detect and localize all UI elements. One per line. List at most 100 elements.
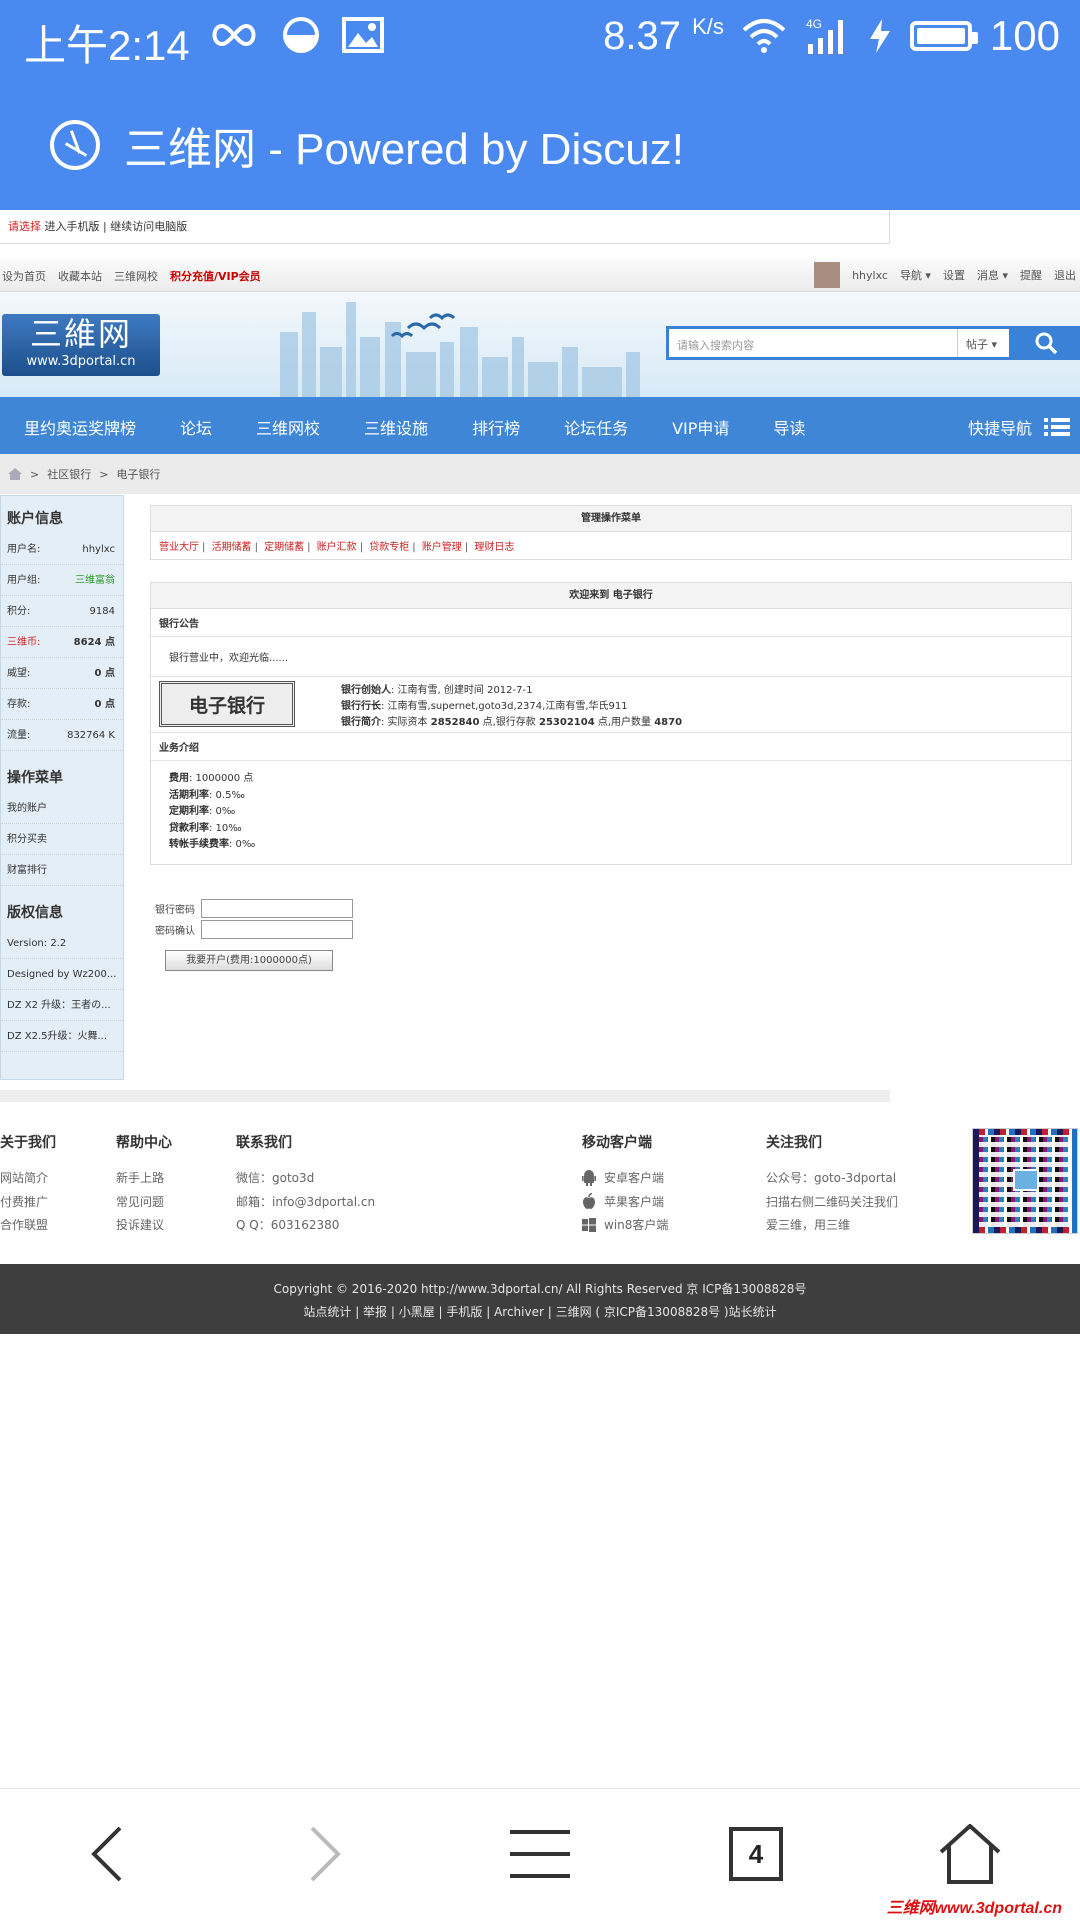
content-divider (0, 1090, 890, 1102)
search-button[interactable] (1012, 326, 1080, 360)
copyright-links[interactable]: 站点统计 | 举报 | 小黑屋 | 手机版 | Archiver | 三维网 (… (0, 1301, 1080, 1324)
vip-recharge-link[interactable]: 积分充值/VIP会员 (170, 268, 261, 284)
copyright-version: Version: 2.2 (1, 928, 123, 959)
city-skyline-banner (280, 302, 640, 397)
username-link[interactable]: hhylxc (852, 269, 888, 282)
app-header: 上午2:14 8.37 K/s 4G 100 三维网 - Powered by … (0, 0, 1080, 210)
link-account-management[interactable]: 账户管理 (422, 542, 462, 553)
footer-about-link[interactable]: 网站简介 (0, 1166, 56, 1190)
footer-ios-link[interactable]: 苹果客户端 (582, 1190, 668, 1214)
mobile-notice[interactable]: 请选择 进入手机版 | 继续访问电脑版 (0, 210, 890, 244)
breadcrumb-ebank[interactable]: 电子银行 (116, 466, 160, 482)
avatar[interactable] (814, 262, 841, 288)
link-finance-log[interactable]: 理财日志 (474, 542, 514, 553)
apple-icon (583, 1193, 595, 1210)
home-button[interactable] (930, 1819, 1010, 1889)
account-row-coins: 三维币: 8624 点 (1, 627, 123, 658)
footer-about-link[interactable]: 合作联盟 (0, 1213, 56, 1237)
forward-icon (310, 1826, 341, 1882)
account-row-prestige: 威望: 0 点 (1, 658, 123, 689)
footer-win8-link[interactable]: win8客户端 (582, 1213, 668, 1237)
search-type-select[interactable]: 帖子 ▾ (957, 329, 1009, 357)
open-account-button[interactable]: 我要开户(费用:1000000点) (165, 950, 333, 971)
nav-item-guide[interactable]: 导读 (773, 415, 805, 439)
quick-nav-button[interactable]: 快捷导航 (968, 415, 1070, 439)
android-icon (582, 1169, 596, 1186)
bookmark-link[interactable]: 收藏本站 (58, 268, 102, 284)
nav-item-facilities[interactable]: 三维设施 (364, 415, 428, 439)
menu-my-account[interactable]: 我的账户 (1, 793, 123, 824)
nav-menu-link[interactable]: 导航 ▾ (900, 267, 931, 283)
confirm-password-input[interactable] (201, 920, 353, 939)
footer-about-link[interactable]: 付费推广 (0, 1190, 56, 1214)
messages-link[interactable]: 消息 ▾ (977, 267, 1008, 283)
bank-president: 银行行长: 江南有雪,supernet,goto3d,2374,江南有雪,华氏9… (341, 701, 628, 712)
footer-contact-wechat: 微信：goto3d (236, 1171, 315, 1186)
top-utility-bar: 设为首页 收藏本站 三维网校 积分充值/VIP会员 hhylxc 导航 ▾ 设置… (0, 258, 1080, 292)
account-row-deposit: 存款: 0 点 (1, 689, 123, 720)
link-remittance[interactable]: 账户汇款 (317, 542, 357, 553)
nav-item-vip[interactable]: VIP申请 (672, 415, 729, 439)
school-link[interactable]: 三维网校 (114, 268, 158, 284)
breadcrumb-community-bank[interactable]: 社区银行 (47, 466, 91, 482)
network-speed: 8.37 K/s (603, 13, 724, 58)
hamburger-menu-icon (510, 1830, 570, 1878)
bank-sidebar: 账户信息 用户名: hhylxc 用户组: 三维富翁 积分: 9184 三维币: 862… (0, 495, 124, 1080)
admin-menu-panel: 管理操作菜单 营业大厅 | 活期储蓄 | 定期储蓄 | 账户汇款 | 贷款专柜 | 账户管… (150, 505, 1072, 560)
search-box[interactable]: 请输入搜索内容 帖子 ▾ (666, 326, 1012, 360)
copyright-dzx25: DZ X2.5升级：火舞... (1, 1021, 123, 1052)
tabs-button[interactable]: 4 (716, 1819, 796, 1889)
search-input[interactable]: 请输入搜索内容 (677, 337, 754, 353)
bank-details: 电子银行 银行创始人: 江南有雪, 创建时间 2012-7-1 银行行长: 江南… (151, 677, 1071, 733)
link-current-savings[interactable]: 活期储蓄 (212, 542, 252, 553)
account-row-traffic: 流量: 832764 K (1, 720, 123, 751)
site-logo[interactable]: 三維网 www.3dportal.cn (2, 314, 160, 376)
settings-link[interactable]: 设置 (943, 267, 965, 283)
nav-item-forum[interactable]: 论坛 (180, 415, 212, 439)
set-homepage-link[interactable]: 设为首页 (2, 268, 46, 284)
confirm-label: 密码确认 (155, 926, 195, 937)
account-row-username: 用户名: hhylxc (1, 534, 123, 565)
qr-code (972, 1128, 1078, 1234)
nav-item-tasks[interactable]: 论坛任务 (564, 415, 628, 439)
business-current-rate: 活期利率: 0.5‰ (169, 789, 245, 801)
business-fixed-rate: 定期利率: 0‰ (169, 806, 236, 817)
password-label: 银行密码 (155, 905, 195, 916)
nav-item-school[interactable]: 三维网校 (256, 415, 320, 439)
bank-info-panel: 欢迎来到 电子银行 银行公告 银行营业中，欢迎光临...... 电子银行 银行创… (150, 582, 1072, 865)
windows-icon (582, 1217, 596, 1232)
nav-item-ranking[interactable]: 排行榜 (472, 415, 520, 439)
footer-help-link[interactable]: 投诉建议 (116, 1213, 172, 1237)
home-icon (939, 1824, 1001, 1884)
footer-help-link[interactable]: 新手上路 (116, 1166, 172, 1190)
reminders-link[interactable]: 提醒 (1020, 267, 1042, 283)
link-fixed-savings[interactable]: 定期储蓄 (264, 542, 304, 553)
home-icon[interactable] (8, 468, 22, 480)
signal-4g-icon: 4G (806, 17, 843, 54)
battery-icon (909, 21, 978, 51)
menu-points-trade[interactable]: 积分买卖 (1, 824, 123, 855)
back-button[interactable] (68, 1819, 148, 1889)
image-icon (342, 17, 384, 53)
watermark: 三维网www.3dportal.cn (886, 1900, 1062, 1917)
forward-button[interactable] (284, 1819, 364, 1889)
nav-item-olympics[interactable]: 里约奥运奖牌榜 (24, 415, 136, 439)
bank-password-input[interactable] (201, 899, 353, 918)
link-lobby[interactable]: 营业大厅 (159, 542, 199, 553)
footer-contact-email: 邮箱：info@3dportal.cn (236, 1194, 376, 1209)
site-footer: 关于我们 网站简介 付费推广 合作联盟 帮助中心 新手上路 常见问题 投诉建议 … (0, 1110, 1080, 1262)
menu-wealth-ranking[interactable]: 财富排行 (1, 855, 123, 886)
operation-menu-title: 操作菜单 (7, 770, 63, 786)
copyright-dzx2: DZ X2 升级：王者の... (1, 990, 123, 1021)
footer-contact-title: 联系我们 (236, 1135, 292, 1151)
footer-about-title: 关于我们 (0, 1135, 56, 1151)
status-time: 上午2:14 (24, 22, 190, 69)
copyright-info-title: 版权信息 (7, 905, 63, 921)
menu-button[interactable] (500, 1819, 580, 1889)
footer-android-link[interactable]: 安卓客户端 (582, 1166, 668, 1190)
welcome-title: 欢迎来到 电子银行 (151, 583, 1071, 609)
logout-link[interactable]: 退出 (1054, 267, 1076, 283)
account-info-title: 账户信息 (7, 511, 63, 527)
link-loans[interactable]: 贷款专柜 (369, 542, 409, 553)
footer-help-link[interactable]: 常见问题 (116, 1190, 172, 1214)
